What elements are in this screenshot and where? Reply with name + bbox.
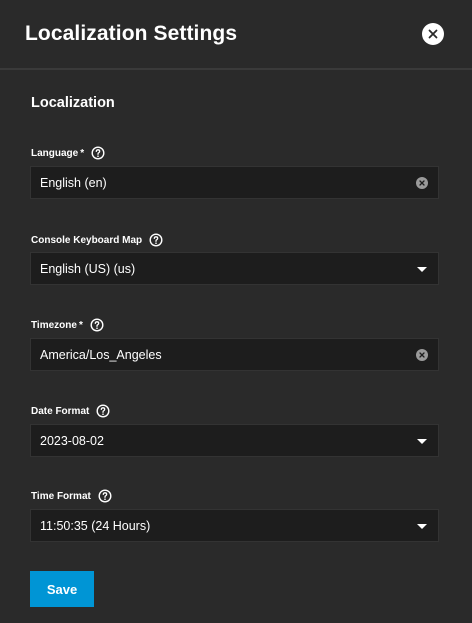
section-title: Localization bbox=[31, 95, 115, 111]
date-format-label: Date Format bbox=[31, 404, 110, 418]
language-label-text: Language bbox=[31, 147, 79, 159]
time-format-label-text: Time Format bbox=[31, 490, 91, 502]
timezone-value: America/Los_Angeles bbox=[40, 347, 162, 362]
chevron-down-icon[interactable] bbox=[417, 524, 427, 529]
keyboard-map-label: Console Keyboard Map bbox=[31, 233, 163, 247]
close-button[interactable] bbox=[422, 23, 444, 45]
dialog-title: Localization Settings bbox=[25, 22, 238, 45]
date-format-value: 2023-08-02 bbox=[40, 433, 104, 448]
time-format-help-icon[interactable] bbox=[98, 489, 112, 503]
language-input[interactable]: English (en) bbox=[30, 166, 439, 199]
time-format-value: 11:50:35 (24 Hours) bbox=[40, 518, 151, 533]
localization-settings-dialog: Localization Settings Localization Langu… bbox=[0, 0, 472, 623]
close-icon bbox=[428, 29, 438, 39]
date-format-help-icon[interactable] bbox=[96, 404, 110, 418]
timezone-input[interactable]: America/Los_Angeles bbox=[30, 338, 439, 371]
timezone-help-icon[interactable] bbox=[90, 318, 104, 332]
keyboard-map-help-icon[interactable] bbox=[149, 233, 163, 247]
dialog-header: Localization Settings bbox=[0, 0, 472, 70]
timezone-label-text: Timezone bbox=[31, 319, 77, 331]
keyboard-map-value: English (US) (us) bbox=[40, 261, 136, 276]
save-button[interactable]: Save bbox=[30, 571, 94, 607]
time-format-label: Time Format bbox=[31, 489, 112, 503]
language-required-mark: * bbox=[80, 147, 85, 159]
keyboard-map-label-text: Console Keyboard Map bbox=[31, 234, 143, 246]
keyboard-map-select[interactable]: English (US) (us) bbox=[30, 252, 439, 285]
chevron-down-icon[interactable] bbox=[417, 439, 427, 444]
timezone-required-mark: * bbox=[78, 319, 83, 331]
language-help-icon[interactable] bbox=[91, 146, 105, 160]
timezone-label: Timezone * bbox=[31, 318, 104, 332]
date-format-select[interactable]: 2023-08-02 bbox=[30, 424, 439, 457]
timezone-clear-icon[interactable] bbox=[416, 349, 428, 361]
language-value: English (en) bbox=[40, 175, 107, 190]
time-format-select[interactable]: 11:50:35 (24 Hours) bbox=[30, 509, 439, 542]
date-format-label-text: Date Format bbox=[31, 405, 90, 417]
language-label: Language * bbox=[31, 146, 105, 160]
language-clear-icon[interactable] bbox=[416, 177, 428, 189]
chevron-down-icon[interactable] bbox=[417, 267, 427, 272]
